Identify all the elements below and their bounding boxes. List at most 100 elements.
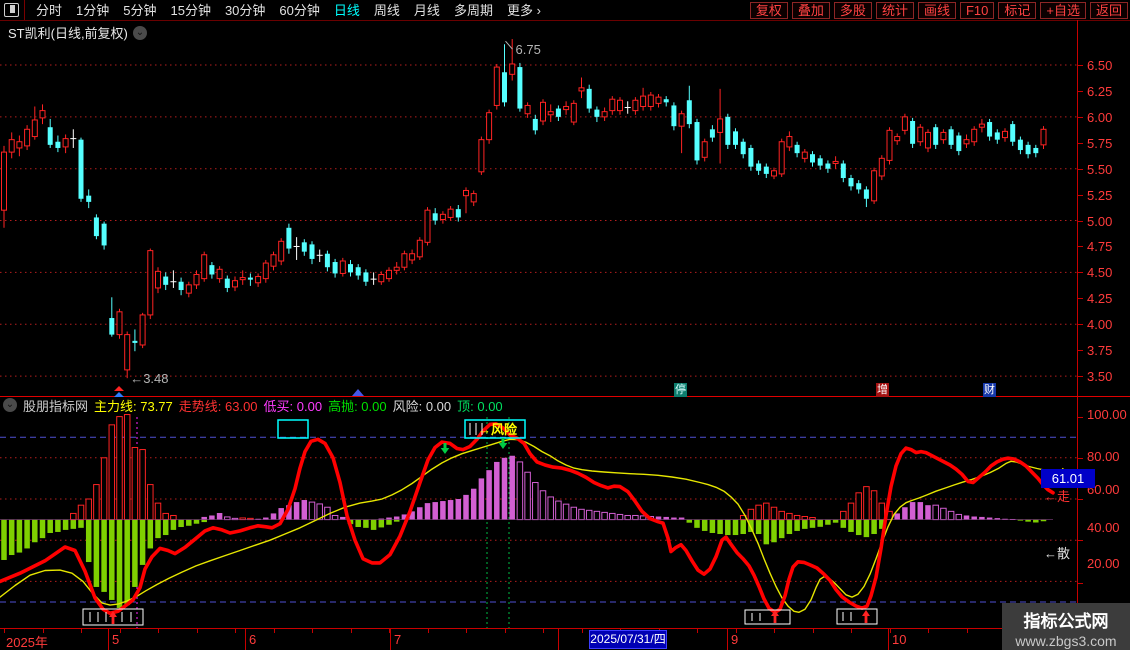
menu-divider: [24, 0, 25, 20]
price-label: 6.25: [1087, 84, 1112, 99]
event-badge-停: 停: [674, 383, 687, 397]
site-watermark: 指标公式网 www.zbgs3.com: [1002, 603, 1130, 650]
menu-item-5分钟[interactable]: 5分钟: [123, 3, 156, 18]
toolbar-button-复权[interactable]: 复权: [750, 2, 788, 19]
chevron-down-icon[interactable]: ⌄: [3, 398, 17, 412]
week-tick: [43, 629, 44, 633]
indicator-axis-label: 100.00: [1087, 407, 1127, 422]
price-label: 6.50: [1087, 58, 1112, 73]
chevron-down-icon[interactable]: ⌄: [133, 26, 147, 40]
indicator-field-主力线: 主力线: 73.77: [94, 396, 173, 415]
indicator-axis-label: 20.00: [1087, 556, 1120, 571]
indicator-field-风险: 风险: 0.00: [393, 396, 452, 415]
month-label-7: 7: [394, 632, 401, 647]
toolbar-button-标记[interactable]: 标记: [998, 2, 1036, 19]
week-tick: [274, 629, 275, 633]
indicator-panel-chart[interactable]: →风险: [0, 413, 1078, 629]
price-label: 4.00: [1087, 317, 1112, 332]
week-tick: [158, 629, 159, 633]
toolbar-button-叠加[interactable]: 叠加: [792, 2, 830, 19]
week-tick: [890, 629, 891, 633]
watermark-title: 指标公式网: [1002, 607, 1130, 632]
toolbar-button-F10[interactable]: F10: [960, 2, 994, 19]
price-tick: [1078, 143, 1083, 144]
price-tick: [1078, 117, 1083, 118]
price-tick: [1078, 298, 1083, 299]
price-tick: [1078, 376, 1083, 377]
menu-item-60分钟[interactable]: 60分钟: [279, 3, 319, 18]
toolbar-button-+自选[interactable]: +自选: [1040, 2, 1086, 19]
week-tick: [851, 629, 852, 633]
menu-item-30分钟[interactable]: 30分钟: [225, 3, 265, 18]
line-tag: ←散: [1044, 543, 1077, 562]
indicator-value-badge: 61.01: [1041, 469, 1095, 488]
menu-item-月线[interactable]: 月线: [414, 3, 440, 18]
week-tick: [736, 629, 737, 633]
event-badge-财: 财: [983, 383, 996, 397]
time-axis[interactable]: 2025年 2025/07/31/四 567910: [0, 628, 1130, 650]
indicator-name: 股朋指标网: [23, 396, 88, 415]
price-label: 4.75: [1087, 239, 1112, 254]
price-tick: [1078, 91, 1083, 92]
indicator-tick: [1078, 458, 1083, 459]
toolbar-button-统计[interactable]: 统计: [876, 2, 914, 19]
page-title: ST凯利(日线,前复权): [8, 23, 128, 42]
main-candlestick-chart[interactable]: 6.75←3.48: [0, 20, 1078, 397]
month-label-10: 10: [892, 632, 906, 647]
month-divider: [108, 629, 109, 650]
week-tick: [4, 629, 5, 633]
week-tick: [312, 629, 313, 633]
price-label: 5.25: [1087, 188, 1112, 203]
price-tick: [1078, 272, 1083, 273]
price-label: 5.00: [1087, 214, 1112, 229]
price-label: 5.75: [1087, 136, 1112, 151]
line-tag: ←走: [1044, 486, 1077, 505]
svg-text:6.75: 6.75: [516, 42, 541, 57]
price-tick: [1078, 324, 1083, 325]
week-tick: [543, 629, 544, 633]
week-tick: [235, 629, 236, 633]
menu-item-更多 ›[interactable]: 更多 ›: [507, 3, 541, 18]
price-tick: [1078, 169, 1083, 170]
week-tick: [120, 629, 121, 633]
month-divider: [727, 629, 728, 650]
price-label: 5.50: [1087, 162, 1112, 177]
month-divider: [245, 629, 246, 650]
week-tick: [582, 629, 583, 633]
panel-layout-icon[interactable]: [4, 3, 19, 17]
trading-app-window: 分时 1分钟 5分钟 15分钟 30分钟 60分钟日线周线月线多周期更多 › 复权叠加多股…: [0, 0, 1130, 650]
indicator-tick: [1078, 583, 1083, 584]
indicator-field-高抛: 高抛: 0.00: [328, 396, 387, 415]
toolbar-button-画线[interactable]: 画线: [918, 2, 956, 19]
year-label: 2025年: [6, 632, 48, 650]
price-tick: [1078, 65, 1083, 66]
menu-item-15分钟[interactable]: 15分钟: [170, 3, 210, 18]
indicator-axis-label: 40.00: [1087, 520, 1120, 535]
event-badge-增: 增: [876, 383, 889, 397]
menu-item-1分钟[interactable]: 1分钟: [76, 3, 109, 18]
price-label: 4.25: [1087, 291, 1112, 306]
toolbar-button-返回[interactable]: 返回: [1090, 2, 1128, 19]
indicator-field-低买: 低买: 0.00: [264, 396, 323, 415]
week-tick: [428, 629, 429, 633]
price-tick: [1078, 195, 1083, 196]
toolbar-button-多股[interactable]: 多股: [834, 2, 872, 19]
period-menu: 分时 1分钟 5分钟 15分钟 30分钟 60分钟日线周线月线多周期更多 ›: [29, 0, 548, 20]
price-label: 3.75: [1087, 343, 1112, 358]
indicator-tick: [1078, 417, 1083, 418]
price-label: 4.50: [1087, 265, 1112, 280]
menu-item-日线[interactable]: 日线: [334, 3, 360, 18]
indicator-field-走势线: 走势线: 63.00: [179, 396, 258, 415]
menu-item-分时[interactable]: 分时: [36, 3, 62, 18]
menu-item-周线[interactable]: 周线: [374, 3, 400, 18]
indicator-tick: [1078, 499, 1083, 500]
month-label-5: 5: [112, 632, 119, 647]
chart-title-row: ST凯利(日线,前复权) ⌄: [8, 23, 147, 42]
menu-item-多周期[interactable]: 多周期: [454, 3, 493, 18]
watermark-url: www.zbgs3.com: [1002, 633, 1130, 649]
week-tick: [351, 629, 352, 633]
month-label-6: 6: [249, 632, 256, 647]
price-tick: [1078, 350, 1083, 351]
indicator-tick: [1078, 540, 1083, 541]
price-tick: [1078, 221, 1083, 222]
